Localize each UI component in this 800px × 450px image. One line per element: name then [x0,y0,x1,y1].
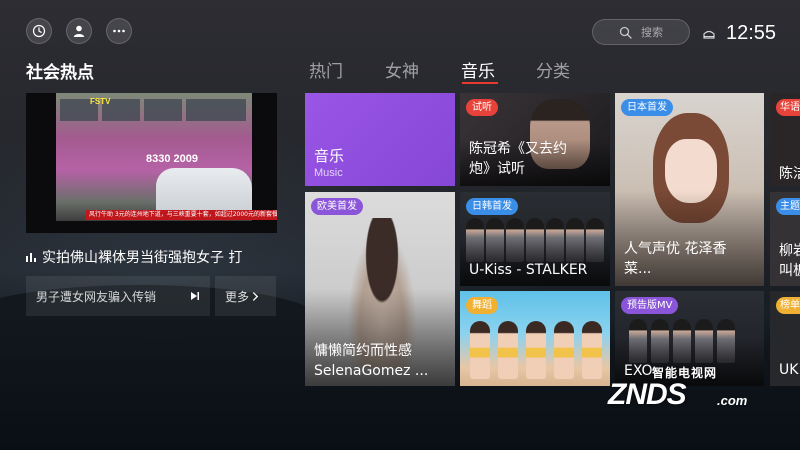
tile-tag: 日本首发 [621,99,673,116]
video-frame: 8330 2009 FSTV 风行牛助 3元的连州地下道，与三峡重要十套，如超过… [56,93,277,221]
news-sub-text: 男子遭女网友骗入传销 [36,289,157,304]
tile-subtitle: Music [314,167,343,179]
news-video-player[interactable]: 8330 2009 FSTV 风行牛助 3元的连州地下道，与三峡重要十套，如超过… [26,93,277,233]
video-channel-logo: FSTV [90,97,111,106]
tile-tag: 榜单 [776,297,800,314]
tile-tag: 主题 [776,198,800,215]
more-options-button[interactable] [106,18,132,44]
playing-bars-icon [26,253,36,262]
video-tile-ukiss[interactable]: 日韩首发 U-Kiss - STALKER [460,192,610,286]
tab-hot[interactable]: 热门 [309,57,343,82]
play-next-icon [191,292,199,300]
tile-tag: 欧美首发 [311,198,363,215]
watermark: 智能电视网 ZNDS .com [600,356,790,416]
video-ticker: 风行牛助 3元的连州地下道，与三峡重要十套，如超过2000元的新套餐 [86,210,277,220]
search-box[interactable]: 搜索 [592,19,690,45]
tab-category[interactable]: 分类 [536,57,570,82]
history-icon [32,24,46,38]
tile-tag: 预告版MV [621,297,679,314]
bus-window [144,99,182,121]
watermark-suffix: .com [717,393,748,408]
tile-title-line-1: 柳岩 [779,243,800,259]
clock: 12:55 [726,22,777,44]
tile-title-line-1: 人气声优 花泽香 [624,241,727,257]
music-category-tile[interactable]: 音乐 Music [305,93,455,186]
more-button[interactable]: 更多 [215,276,276,316]
watermark-logo: ZNDS [608,378,687,411]
tile-title: 陈洁 [779,166,800,182]
tile-title: U-Kiss - STALKER [469,262,588,278]
section-title: 社会热点 [26,63,94,83]
user-button[interactable] [66,18,92,44]
tab-goddess[interactable]: 女神 [385,57,419,82]
video-tile-anime[interactable]: 日本首发 人气声优 花泽香 菜... [615,93,764,286]
search-placeholder: 搜索 [641,26,663,39]
video-tile-chen[interactable]: 试听 陈冠希《又去约 炮》试听 [460,93,610,186]
active-tab-indicator [462,82,498,84]
search-icon [619,26,632,39]
tile-tag: 日韩首发 [466,198,518,215]
video-phone-number: 8330 2009 [146,153,198,165]
tile-tag: 华语 [776,99,800,116]
more-label: 更多 [225,289,250,304]
tab-music[interactable]: 音乐 [461,57,495,82]
tile-title-line-2: 菜... [624,261,652,277]
video-tile-dance[interactable]: 舞蹈 [460,291,610,386]
tile-title-line-2: 炮》试听 [469,161,525,177]
history-button[interactable] [26,18,52,44]
video-tile-edge-1[interactable]: 华语 陈洁 [770,93,800,186]
video-tile-edge-2[interactable]: 主题 柳岩 叫板 [770,192,800,286]
news-sub-item[interactable]: 男子遭女网友骗入传销 [26,276,210,316]
tile-title-line-1: 陈冠希《又去约 [469,141,567,157]
tile-tag: 试听 [466,99,498,116]
tile-title-line-2: SelenaGomez ... [314,363,429,379]
chevron-right-icon [252,291,259,301]
tile-tag: 舞蹈 [466,297,498,314]
user-icon [73,25,85,37]
tile-title-line-2: 叫板 [779,263,800,279]
video-tile-selena[interactable]: 欧美首发 慵懒简约而性感 SelenaGomez ... [305,192,455,386]
news-headline-text: 实拍佛山裸体男当街强抱女子 打 [42,250,243,266]
network-icon [703,30,715,39]
bus-window [186,99,246,121]
more-icon [113,29,125,33]
tile-title: 音乐 [314,147,345,165]
tile-title-line-1: 慵懒简约而性感 [314,343,412,359]
tile-thumbnail [470,321,602,379]
news-headline[interactable]: 实拍佛山裸体男当街强抱女子 打 [26,247,276,267]
